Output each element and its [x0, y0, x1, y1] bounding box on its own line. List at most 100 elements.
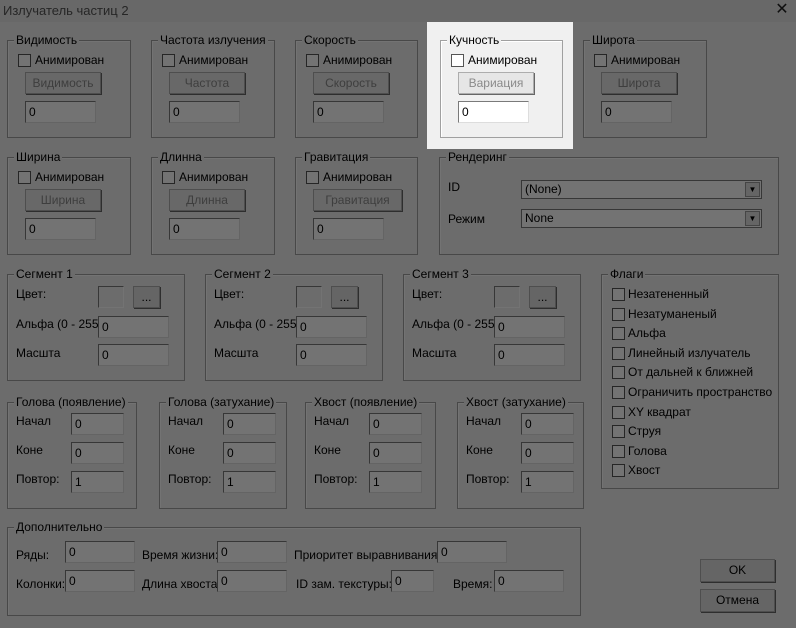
chevron-down-icon[interactable]: ▼: [745, 211, 760, 226]
flag-checkbox[interactable]: [612, 288, 625, 301]
animated-checkbox[interactable]: [306, 171, 319, 184]
color-pick-button[interactable]: ...: [529, 286, 556, 308]
flag-checkbox[interactable]: [612, 346, 625, 360]
id-select[interactable]: (None) ▼: [521, 180, 762, 199]
flag-checkbox[interactable]: [612, 327, 625, 341]
flag-checkbox[interactable]: [612, 405, 625, 419]
param-value-input[interactable]: 0: [169, 218, 240, 240]
repeat-input[interactable]: 1: [71, 471, 124, 493]
color-swatch[interactable]: [98, 286, 124, 308]
param-value-input[interactable]: 0: [601, 101, 672, 123]
field-input[interactable]: 0: [217, 570, 287, 592]
param-button[interactable]: Длинна: [169, 189, 245, 211]
field-input[interactable]: 0: [65, 570, 135, 592]
animated-checkbox[interactable]: [306, 54, 319, 67]
ok-button[interactable]: OK: [700, 559, 775, 582]
color-swatch[interactable]: [296, 286, 322, 308]
repeat-input[interactable]: 1: [369, 471, 422, 493]
end-input[interactable]: 0: [521, 442, 574, 464]
color-label: Цвет:: [412, 287, 443, 301]
window-title: Излучатель частиц 2: [3, 3, 129, 18]
start-input[interactable]: 0: [521, 413, 574, 435]
field-input[interactable]: 0: [391, 570, 434, 592]
param-value-input[interactable]: 0: [25, 218, 96, 240]
param-value-input[interactable]: 0: [169, 101, 240, 123]
animated-checkbox[interactable]: [18, 54, 31, 67]
field-input[interactable]: 0: [65, 541, 135, 563]
param-button[interactable]: Широта: [601, 72, 677, 94]
flag-label: Альфа: [628, 326, 666, 341]
mode-select-value: None: [525, 211, 554, 225]
alpha-label: Альфа (0 - 255): [16, 317, 103, 331]
animated-checkbox[interactable]: [18, 171, 31, 184]
scale-input[interactable]: 0: [296, 344, 367, 366]
animated-label: Анимирован: [179, 170, 249, 184]
param-button[interactable]: Вариация: [458, 72, 534, 94]
param-value-input[interactable]: 0: [458, 101, 529, 123]
segment-group: Сегмент 3 Цвет:... Альфа (0 - 255) 0 Масшта 0: [403, 267, 581, 381]
color-swatch[interactable]: [494, 286, 520, 308]
param-button[interactable]: Гравитация: [313, 189, 402, 211]
repeat-input[interactable]: 1: [521, 471, 574, 493]
repeat-label: Повтор:: [314, 472, 358, 486]
flag-checkbox[interactable]: [612, 425, 625, 439]
param-value-input[interactable]: 0: [313, 218, 384, 240]
start-input[interactable]: 0: [369, 413, 422, 435]
field-input[interactable]: 0: [437, 541, 507, 563]
start-input[interactable]: 0: [71, 413, 124, 435]
end-input[interactable]: 0: [223, 442, 276, 464]
mode-select[interactable]: None ▼: [521, 209, 762, 228]
start-input[interactable]: 0: [223, 413, 276, 435]
param-value-input[interactable]: 0: [313, 101, 384, 123]
animated-label: Анимирован: [611, 53, 681, 67]
animated-checkbox[interactable]: [451, 54, 464, 67]
flag-checkbox[interactable]: [612, 386, 625, 399]
param-value-input[interactable]: 0: [25, 101, 96, 123]
alpha-input[interactable]: 0: [494, 316, 565, 338]
group-title: Сегмент 2: [212, 267, 273, 281]
param-button[interactable]: Частота: [169, 72, 245, 94]
group-title: Широта: [590, 33, 637, 47]
repeat-input[interactable]: 1: [223, 471, 276, 493]
scale-input[interactable]: 0: [494, 344, 565, 366]
animated-checkbox[interactable]: [162, 54, 175, 67]
flag-checkbox[interactable]: [612, 366, 625, 380]
end-input[interactable]: 0: [369, 442, 422, 464]
end-input[interactable]: 0: [71, 442, 124, 464]
color-pick-button[interactable]: ...: [331, 286, 358, 308]
chevron-down-icon[interactable]: ▼: [745, 182, 760, 197]
flag-label: Струя: [628, 424, 662, 439]
flags-group: Флаги Незатененный Незатуманеный Альфа Линей…: [601, 267, 779, 489]
group-title: Голова (затухание): [166, 395, 277, 409]
animated-label: Анимирован: [179, 53, 249, 67]
param-group: Гравитация Анимирован Гравитация 0: [295, 150, 418, 255]
close-icon[interactable]: ✕: [772, 0, 792, 20]
flag-checkbox[interactable]: [612, 464, 625, 478]
animated-checkbox[interactable]: [162, 171, 175, 184]
flag-label: Ограничить пространство: [628, 385, 773, 399]
group-title: Сегмент 1: [14, 267, 75, 281]
alpha-input[interactable]: 0: [296, 316, 367, 338]
end-label: Коне: [314, 443, 341, 457]
flag-checkbox[interactable]: [612, 307, 625, 321]
color-pick-button[interactable]: ...: [133, 286, 160, 308]
param-button[interactable]: Ширина: [25, 189, 101, 211]
rendering-group: Рендеринг ID (None) ▼ Режим None ▼: [439, 150, 779, 255]
group-title: Ширина: [14, 150, 63, 164]
scale-input[interactable]: 0: [98, 344, 169, 366]
field-input[interactable]: 0: [217, 541, 287, 563]
flag-label: XY квадрат: [628, 404, 691, 419]
field-input[interactable]: 0: [494, 570, 564, 592]
color-label: Цвет:: [16, 287, 47, 301]
cancel-button[interactable]: Отмена: [700, 589, 775, 612]
flag-checkbox[interactable]: [612, 444, 625, 458]
flag-label: Голова: [628, 443, 667, 458]
scale-label: Масшта: [16, 346, 61, 360]
animated-checkbox[interactable]: [594, 54, 607, 67]
start-label: Начал: [466, 414, 502, 428]
flag-label: Незатененный: [628, 287, 709, 301]
param-button[interactable]: Видимость: [25, 72, 101, 94]
alpha-input[interactable]: 0: [98, 316, 169, 338]
field-label: Приоритет выравнивания:: [294, 548, 441, 562]
param-button[interactable]: Скорость: [313, 72, 389, 94]
